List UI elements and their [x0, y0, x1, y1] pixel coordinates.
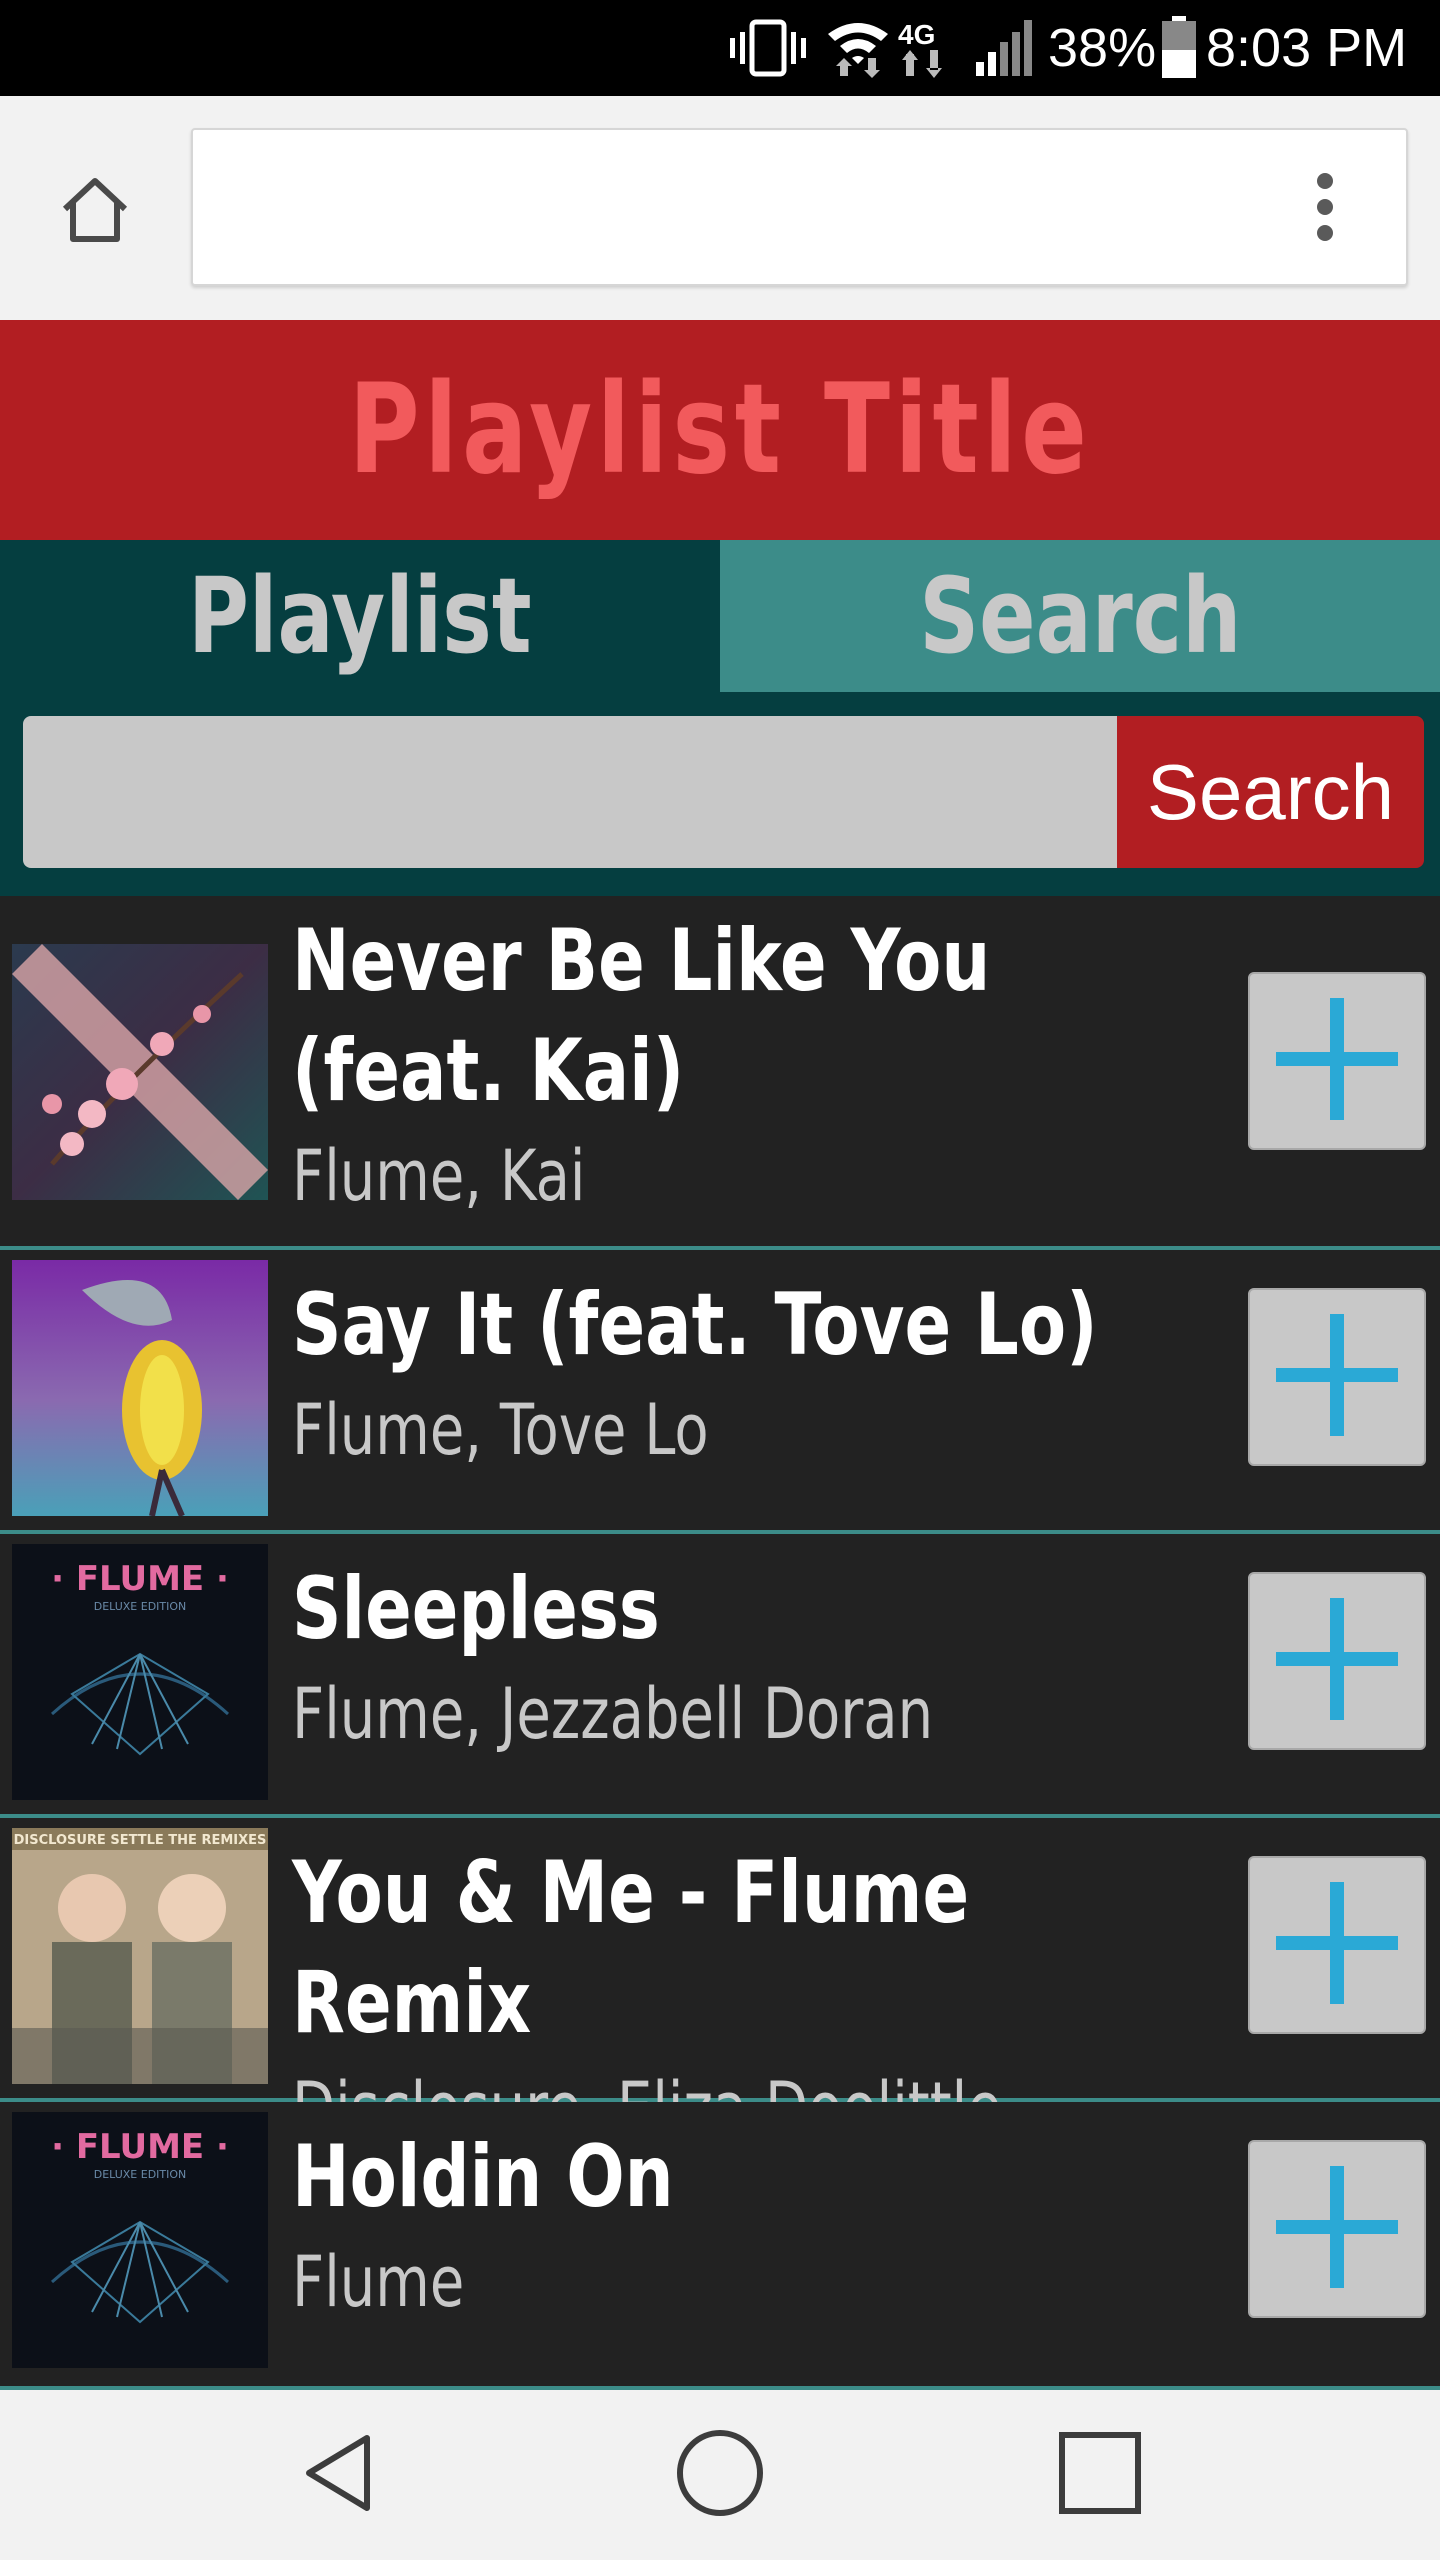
album-cover-settle-remixes: DISCLOSURE SETTLE THE REMIXES	[12, 1828, 268, 2084]
album-cover-flume: · FLUME · DELUXE EDITION	[12, 2112, 268, 2368]
page-title: Playlist Title	[348, 358, 1092, 502]
track-artist: Flume, Tove Lo	[292, 1389, 709, 1471]
track-artist: Flume, Jezzabell Doran	[292, 1673, 934, 1755]
search-bar: Search	[0, 692, 1440, 896]
overflow-menu-dot	[1317, 199, 1333, 215]
add-track-button[interactable]	[1248, 1572, 1426, 1750]
cover-logo-text: · FLUME ·	[51, 2127, 229, 2167]
back-icon	[295, 2428, 385, 2523]
signal-icon	[974, 0, 1034, 96]
track-artist: Flume	[292, 2241, 465, 2323]
back-button[interactable]	[255, 2390, 425, 2560]
track-row: Never Be Like You (feat. Kai) Flume, Kai	[0, 896, 1440, 1250]
track-row: Say It (feat. Tove Lo) Flume, Tove Lo	[0, 1250, 1440, 1534]
tab-search[interactable]: Search	[720, 540, 1440, 692]
search-results-list: Never Be Like You (feat. Kai) Flume, Kai	[0, 896, 1440, 2390]
track-info: Holdin On Flume	[292, 2122, 1220, 2332]
status-bar: 4G 38% 8:03 PM	[0, 0, 1440, 96]
clock: 8:03 PM	[1206, 18, 1408, 78]
add-track-button[interactable]	[1248, 2140, 1426, 2318]
browser-toolbar	[0, 96, 1440, 320]
recents-button[interactable]	[1015, 2390, 1185, 2560]
cover-banner-text: DISCLOSURE SETTLE THE REMIXES	[14, 1833, 267, 1848]
system-nav-bar	[0, 2390, 1440, 2560]
album-cover-never-be-like-you	[12, 944, 268, 1200]
track-info: Sleepless Flume, Jezzabell Doran	[292, 1554, 1220, 1764]
plus-icon	[1272, 1594, 1402, 1729]
battery-percent: 38%	[1048, 18, 1157, 78]
tab-playlist-label: Playlist	[188, 555, 532, 677]
home-nav-button[interactable]	[635, 2390, 805, 2560]
add-track-button[interactable]	[1248, 972, 1426, 1150]
cover-sub-text: DELUXE EDITION	[94, 2168, 187, 2181]
search-input[interactable]	[23, 716, 1117, 868]
search-button[interactable]: Search	[1117, 716, 1424, 868]
track-title: Holdin On	[292, 2127, 674, 2227]
tab-bar: Playlist Search	[0, 540, 1440, 692]
home-icon	[55, 169, 135, 254]
overflow-menu-icon	[1317, 173, 1333, 189]
cover-sub-text: DELUXE EDITION	[94, 1600, 187, 1613]
track-info: Never Be Like You (feat. Kai) Flume, Kai	[292, 906, 1220, 1226]
cover-logo-text: · FLUME ·	[51, 1559, 229, 1599]
home-button[interactable]	[40, 156, 150, 266]
overflow-menu-button[interactable]	[1290, 162, 1360, 252]
overflow-menu-dot	[1317, 225, 1333, 241]
track-row: · FLUME · DELUXE EDITION Holdin On Flume	[0, 2102, 1440, 2390]
tab-search-label: Search	[918, 555, 1242, 677]
vibrate-icon	[730, 0, 806, 96]
plus-icon	[1272, 994, 1402, 1129]
plus-icon	[1272, 1878, 1402, 2013]
track-title: Say It (feat. Tove Lo)	[292, 1275, 1098, 1375]
album-cover-flume: · FLUME · DELUXE EDITION	[12, 1544, 268, 1800]
wifi-icon	[826, 0, 890, 96]
add-track-button[interactable]	[1248, 1856, 1426, 2034]
battery-icon	[1160, 0, 1198, 96]
tab-playlist[interactable]: Playlist	[0, 540, 720, 692]
track-title: You & Me - Flume Remix	[292, 1843, 970, 2053]
track-row: DISCLOSURE SETTLE THE REMIXES You & Me -…	[0, 1818, 1440, 2149]
recents-icon	[1052, 2425, 1148, 2526]
playlist-header: Playlist Title	[0, 320, 1440, 540]
plus-icon	[1272, 1310, 1402, 1445]
track-row: · FLUME · DELUXE EDITION Sleepless Flume…	[0, 1534, 1440, 1818]
lte-icon: 4G	[896, 0, 966, 96]
add-track-button[interactable]	[1248, 1288, 1426, 1466]
plus-icon	[1272, 2162, 1402, 2297]
network-label: 4G	[898, 19, 935, 50]
track-title: Never Be Like You (feat. Kai)	[292, 911, 991, 1121]
album-cover-say-it	[12, 1260, 268, 1516]
track-artist: Flume, Kai	[292, 1135, 586, 1217]
track-info: Say It (feat. Tove Lo) Flume, Tove Lo	[292, 1270, 1220, 1480]
url-field[interactable]	[191, 128, 1408, 286]
track-title: Sleepless	[292, 1559, 660, 1659]
home-circle-icon	[672, 2425, 768, 2526]
